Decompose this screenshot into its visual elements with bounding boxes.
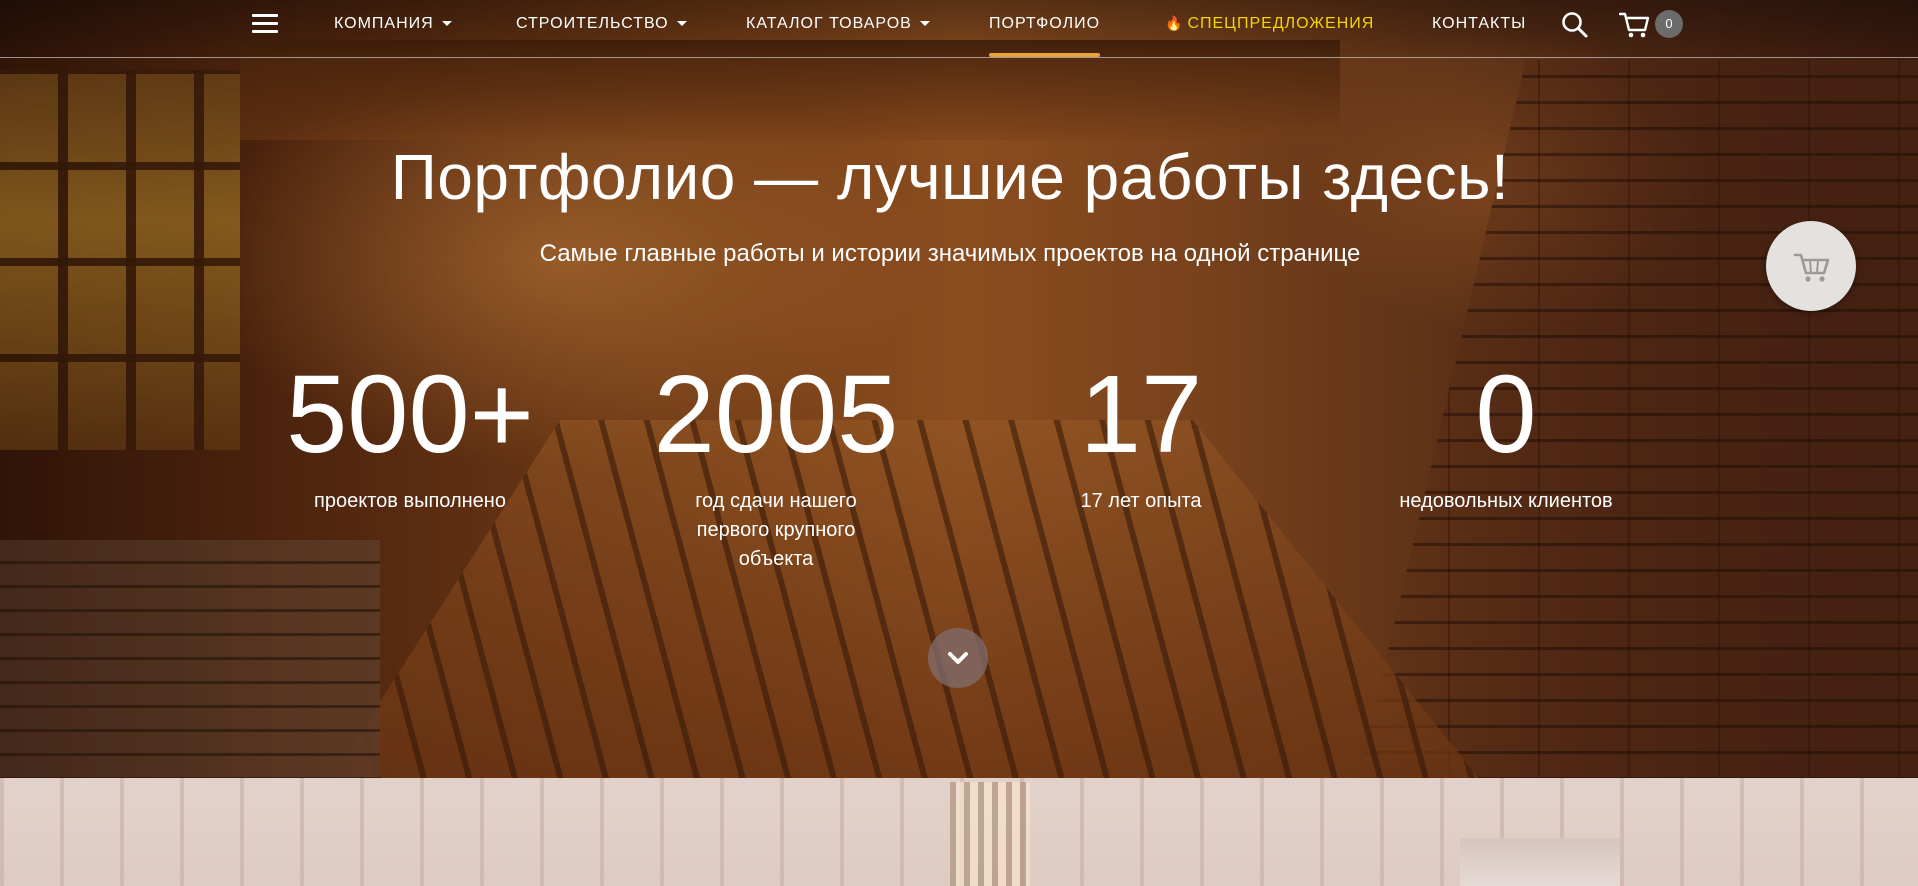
caret-down-icon bbox=[441, 21, 452, 27]
nav-item-label: ПОРТФОЛИО bbox=[989, 15, 1101, 32]
stat-label: недовольных клиентов bbox=[1399, 490, 1613, 512]
stat-value: 0 bbox=[1475, 353, 1537, 476]
stat-value: 17 bbox=[1079, 353, 1203, 476]
stat-label: год сдачи нашего первого крупного объект… bbox=[695, 490, 857, 570]
cart-count-badge: 0 bbox=[1655, 10, 1683, 38]
nav-item-construction[interactable]: СТРОИТЕЛЬСТВО bbox=[516, 15, 687, 33]
search-icon[interactable] bbox=[1561, 11, 1589, 39]
cart-icon[interactable] bbox=[1618, 11, 1651, 39]
nav-item-label: СТРОИТЕЛЬСТВО bbox=[516, 15, 669, 32]
stat-value: 2005 bbox=[653, 353, 899, 476]
nav-item-label: СПЕЦПРЕДЛОЖЕНИЯ bbox=[1187, 15, 1375, 32]
nav-item-label: КАТАЛОГ ТОВАРОВ bbox=[746, 15, 912, 32]
nav-item-special-offers[interactable]: 🔥 СПЕЦПРЕДЛОЖЕНИЯ bbox=[1165, 15, 1374, 33]
nav-item-catalog[interactable]: КАТАЛОГ ТОВАРОВ bbox=[746, 15, 930, 33]
caret-down-icon bbox=[676, 21, 687, 27]
nav-item-label: КОМПАНИЯ bbox=[334, 15, 434, 32]
flame-icon: 🔥 bbox=[1165, 15, 1184, 31]
page-title: Портфолио — лучшие работы здесь! bbox=[390, 141, 1510, 213]
page-subtitle: Самые главные работы и истории значимых … bbox=[539, 240, 1361, 267]
cart-icon bbox=[1793, 253, 1830, 282]
stat-value: 500+ bbox=[286, 353, 534, 476]
nav-item-company[interactable]: КОМПАНИЯ bbox=[334, 15, 452, 33]
chevron-down-icon bbox=[948, 652, 968, 664]
stat-label: проектов выполнено bbox=[314, 490, 506, 512]
top-navigation: КОМПАНИЯ СТРОИТЕЛЬСТВО КАТАЛОГ ТОВАРОВ П… bbox=[0, 0, 1918, 58]
stat-label: 17 лет опыта bbox=[1080, 490, 1202, 512]
section-overlay bbox=[0, 778, 1918, 886]
caret-down-icon bbox=[919, 21, 930, 27]
stat-experience: 17 17 лет опыта bbox=[981, 355, 1301, 516]
nav-item-portfolio[interactable]: ПОРТФОЛИО bbox=[989, 15, 1101, 57]
stat-first-object-year: 2005 год сдачи нашего первого крупного о… bbox=[616, 355, 936, 574]
stat-projects: 500+ проектов выполнено bbox=[250, 355, 570, 516]
floating-cart-button[interactable] bbox=[1766, 221, 1856, 311]
nav-item-contacts[interactable]: КОНТАКТЫ bbox=[1432, 15, 1526, 33]
scroll-down-button[interactable] bbox=[928, 628, 988, 688]
nav-item-label: КОНТАКТЫ bbox=[1432, 15, 1527, 32]
stat-unhappy-clients: 0 недовольных клиентов bbox=[1346, 355, 1666, 516]
next-section-image bbox=[0, 778, 1918, 886]
menu-burger-icon[interactable] bbox=[252, 14, 278, 34]
